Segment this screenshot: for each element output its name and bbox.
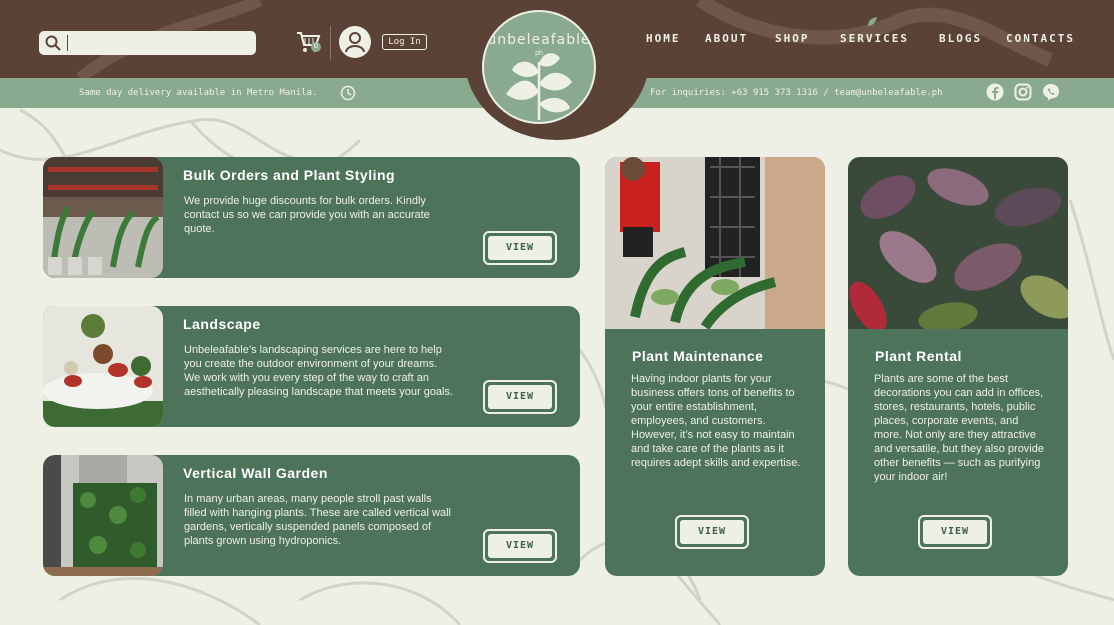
service-title: Bulk Orders and Plant Styling bbox=[183, 167, 396, 183]
view-button[interactable]: VIEW bbox=[483, 231, 557, 265]
landscape-photo bbox=[43, 306, 163, 427]
search-divider bbox=[67, 35, 68, 51]
nav-about[interactable]: ABOUT bbox=[705, 32, 748, 45]
service-title: Plant Rental bbox=[875, 348, 962, 364]
user-icon bbox=[345, 32, 365, 53]
view-button-label: VIEW bbox=[680, 520, 744, 544]
service-description: In many urban areas, many people stroll … bbox=[184, 493, 451, 547]
service-title: Plant Maintenance bbox=[632, 348, 764, 364]
service-description: We provide huge discounts for bulk order… bbox=[184, 195, 430, 235]
cart-count-badge: 0 bbox=[311, 42, 321, 52]
delivery-notice: Same day delivery available in Metro Man… bbox=[79, 88, 318, 98]
brand-logo[interactable]: unbeleafable ph bbox=[482, 10, 596, 124]
plant-rental-photo bbox=[848, 157, 1068, 329]
search-input[interactable] bbox=[71, 34, 251, 52]
login-button[interactable]: Log In bbox=[382, 34, 427, 50]
service-description: Unbeleafable’s landscaping services are … bbox=[184, 344, 454, 398]
inquiry-contact: For inquiries: +63 915 373 1316 / team@u… bbox=[650, 88, 943, 98]
services-leaf-icon bbox=[868, 17, 877, 26]
service-description: Having indoor plants for your business o… bbox=[631, 373, 801, 469]
facebook-icon[interactable] bbox=[986, 83, 1004, 101]
user-account-button[interactable] bbox=[339, 26, 371, 58]
nav-shop[interactable]: SHOP bbox=[775, 32, 810, 45]
view-button-label: VIEW bbox=[923, 520, 987, 544]
search-icon[interactable] bbox=[45, 35, 61, 51]
service-card-plant-maintenance: Plant Maintenance Having indoor plants f… bbox=[605, 157, 825, 576]
view-button[interactable]: VIEW bbox=[675, 515, 749, 549]
service-card-plant-rental: Plant Rental Plants are some of the best… bbox=[848, 157, 1068, 576]
view-button[interactable]: VIEW bbox=[483, 529, 557, 563]
view-button-label: VIEW bbox=[488, 385, 552, 409]
nav-contacts[interactable]: CONTACTS bbox=[1006, 32, 1075, 45]
service-title: Vertical Wall Garden bbox=[183, 465, 328, 481]
fig-leaf-icon bbox=[506, 53, 572, 120]
nav-home[interactable]: HOME bbox=[646, 32, 681, 45]
header-divider bbox=[330, 26, 331, 60]
service-card-vertical-wall: Vertical Wall Garden In many urban areas… bbox=[43, 455, 580, 576]
vertical-wall-photo bbox=[43, 455, 163, 576]
plant-maintenance-photo bbox=[605, 157, 825, 329]
nav-blogs[interactable]: BLOGS bbox=[939, 32, 982, 45]
view-button-label: VIEW bbox=[488, 534, 552, 558]
view-button[interactable]: VIEW bbox=[918, 515, 992, 549]
service-description: Plants are some of the best decorations … bbox=[874, 373, 1044, 483]
service-card-bulk-orders: Bulk Orders and Plant Styling We provide… bbox=[43, 157, 580, 278]
view-button[interactable]: VIEW bbox=[483, 380, 557, 414]
instagram-icon[interactable] bbox=[1014, 83, 1032, 101]
viber-icon[interactable] bbox=[1042, 83, 1060, 101]
nav-services[interactable]: SERVICES bbox=[840, 32, 909, 45]
view-button-label: VIEW bbox=[488, 236, 552, 260]
bulk-orders-photo bbox=[43, 157, 163, 278]
clock-icon bbox=[340, 85, 356, 101]
service-card-landscape: Landscape Unbeleafable’s landscaping ser… bbox=[43, 306, 580, 427]
search-bar[interactable] bbox=[39, 31, 256, 55]
service-title: Landscape bbox=[183, 316, 261, 332]
